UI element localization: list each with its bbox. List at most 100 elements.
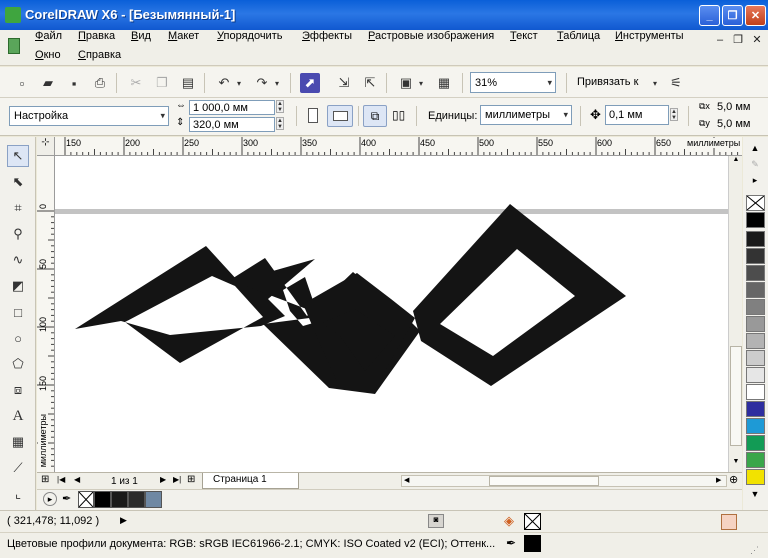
pick-tool-icon[interactable]: ↖	[7, 145, 29, 167]
menu-file[interactable]: Файл	[35, 30, 62, 42]
outline-color-swatch[interactable]	[524, 535, 541, 552]
eyedropper-icon[interactable]: ✒	[62, 492, 71, 505]
palette-flyout-icon[interactable]: ▸	[749, 175, 761, 187]
menu-table[interactable]: Таблица	[557, 30, 600, 42]
resize-grip-icon[interactable]: ⋰	[750, 545, 759, 556]
zoom-level-combo[interactable]: 31% ▾	[470, 72, 556, 93]
menu-edit[interactable]: Правка	[78, 30, 115, 42]
coreldraw-app-icon[interactable]	[5, 7, 21, 23]
print-icon[interactable]: ⎙	[90, 73, 110, 93]
color-swatch[interactable]	[746, 469, 765, 485]
maximize-button[interactable]: ❐	[722, 5, 743, 26]
publish-dropdown-icon[interactable]: ▾	[416, 73, 426, 93]
all-pages-icon[interactable]: ⧉	[363, 105, 387, 127]
snap-dropdown-icon[interactable]: ▾	[650, 73, 660, 93]
color-swatch[interactable]	[746, 248, 765, 264]
palette-scroll-down-icon[interactable]: ▼	[749, 489, 761, 501]
doc-close-button[interactable]: ✕	[750, 33, 764, 47]
outline-pen-icon[interactable]: ✒	[506, 536, 516, 550]
color-swatch[interactable]	[746, 231, 765, 247]
ellipse-tool-icon[interactable]: ○	[7, 327, 29, 349]
scroll-up-icon[interactable]: ▲	[730, 156, 742, 168]
next-page-icon[interactable]: ▶	[160, 475, 166, 484]
close-button[interactable]: ✕	[745, 5, 766, 26]
page-width-field[interactable]: 1 000,0 мм	[189, 100, 275, 115]
zoom-tool-icon[interactable]: ⚲	[7, 223, 29, 245]
vertical-scroll-thumb[interactable]	[730, 346, 742, 446]
color-swatch[interactable]	[746, 452, 765, 468]
welcome-screen-icon[interactable]: ▦	[434, 73, 454, 93]
palette-scroll-up-icon[interactable]: ▲	[749, 143, 761, 155]
save-icon[interactable]: ▪	[64, 73, 84, 93]
user-account-icon[interactable]	[721, 514, 737, 530]
options-icon[interactable]: ⚟	[666, 73, 686, 93]
previous-page-icon[interactable]: ◀	[74, 475, 80, 484]
color-proofing-icon[interactable]: ◙	[428, 514, 444, 528]
document-color-swatch[interactable]	[128, 491, 145, 508]
open-folder-icon[interactable]: ▰	[38, 73, 58, 93]
add-page-after-icon[interactable]: ⊞	[187, 474, 195, 485]
navigator-icon[interactable]: ⊕	[729, 473, 738, 486]
portrait-icon[interactable]	[308, 108, 318, 123]
color-swatch[interactable]	[746, 418, 765, 434]
snap-to-button[interactable]: Привязать к	[577, 76, 638, 88]
undo-icon[interactable]: ↶	[214, 73, 234, 93]
color-swatch[interactable]	[746, 333, 765, 349]
minimize-button[interactable]: _	[699, 5, 720, 26]
page-height-field[interactable]: 320,0 мм	[189, 117, 275, 132]
menu-text[interactable]: Текст	[510, 30, 538, 42]
no-color-swatch[interactable]	[78, 491, 94, 508]
drawing-artwork[interactable]	[55, 156, 728, 472]
redo-icon[interactable]: ↷	[252, 73, 272, 93]
copy-icon[interactable]: ❐	[152, 73, 172, 93]
units-combo[interactable]: миллиметры ▾	[480, 105, 572, 125]
export-icon[interactable]: ⇱	[360, 73, 380, 93]
smart-fill-tool-icon[interactable]: ◩	[7, 275, 29, 297]
color-profiles-text[interactable]: Цветовые профили документа: RGB: sRGB IE…	[7, 538, 495, 550]
color-swatch[interactable]	[746, 299, 765, 315]
dimension-tool-icon[interactable]: ⟋	[7, 457, 29, 479]
last-page-icon[interactable]: ▶|	[173, 475, 181, 484]
menu-arrange[interactable]: Упорядочить	[217, 30, 282, 42]
page-tab[interactable]: Страница 1	[202, 473, 299, 489]
menu-help[interactable]: Справка	[78, 49, 121, 61]
drawing-canvas[interactable]	[55, 156, 728, 472]
cut-icon[interactable]: ✂	[126, 73, 146, 93]
freehand-tool-icon[interactable]: ∿	[7, 249, 29, 271]
duplicate-x-value[interactable]: 5,0 мм	[717, 101, 750, 113]
color-swatch[interactable]	[746, 384, 765, 400]
page-height-spinner[interactable]: ▲ ▼	[276, 117, 284, 130]
page-preset-combo[interactable]: Настройка ▾	[9, 106, 169, 126]
horizontal-ruler[interactable]: 150 200 250 300 350 400 450 500 550 600 …	[55, 137, 742, 156]
color-swatch[interactable]	[746, 212, 765, 228]
import-icon[interactable]: ⇲	[334, 73, 354, 93]
text-tool-icon[interactable]: A	[7, 405, 29, 427]
rectangle-tool-icon[interactable]: □	[7, 301, 29, 323]
new-document-icon[interactable]: ▫	[12, 73, 32, 93]
paste-icon[interactable]: ▤	[178, 73, 198, 93]
horizontal-scroll-thumb[interactable]	[489, 476, 599, 486]
table-tool-icon[interactable]: ▦	[7, 431, 29, 453]
color-swatch[interactable]	[746, 401, 765, 417]
menu-view[interactable]: Вид	[131, 30, 151, 42]
duplicate-y-value[interactable]: 5,0 мм	[717, 118, 750, 130]
nudge-distance-field[interactable]: 0,1 мм	[605, 105, 669, 125]
shape-tool-icon[interactable]: ⬉	[7, 171, 29, 193]
connector-tool-icon[interactable]: ⌞	[7, 483, 29, 505]
document-icon[interactable]	[8, 38, 20, 54]
color-swatch[interactable]	[746, 265, 765, 281]
horizontal-scrollbar[interactable]: ◀ ▶	[401, 475, 727, 487]
document-color-swatch[interactable]	[94, 491, 111, 508]
doc-restore-button[interactable]: ❐	[731, 33, 745, 47]
page-width-spinner[interactable]: ▲ ▼	[276, 100, 284, 113]
menu-layout[interactable]: Макет	[168, 30, 199, 42]
scroll-right-icon[interactable]: ▶	[716, 476, 721, 484]
redo-dropdown-icon[interactable]: ▾	[272, 73, 282, 93]
document-color-swatch[interactable]	[111, 491, 128, 508]
color-swatch[interactable]	[746, 316, 765, 332]
document-color-swatch[interactable]	[145, 491, 162, 508]
no-color-swatch[interactable]	[746, 195, 765, 211]
polygon-tool-icon[interactable]: ⬠	[7, 353, 29, 375]
landscape-button[interactable]	[327, 105, 353, 127]
ruler-origin[interactable]: ⊹	[37, 137, 55, 156]
